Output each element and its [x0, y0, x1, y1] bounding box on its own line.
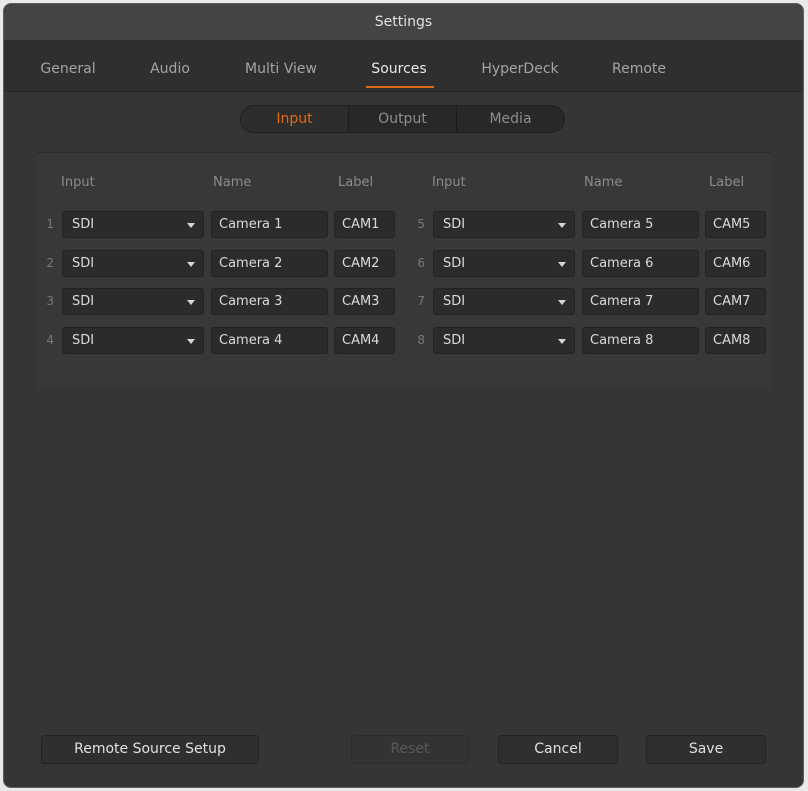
tab-sources[interactable]: Sources [371, 41, 426, 91]
input-source-value: SDI [443, 217, 466, 232]
input-label-field[interactable]: CAM7 [705, 288, 766, 315]
tab-audio[interactable]: Audio [150, 41, 190, 91]
input-name-field[interactable]: Camera 3 [211, 288, 328, 315]
tab-general[interactable]: General [40, 41, 95, 91]
save-button[interactable]: Save [646, 735, 766, 764]
input-source-dropdown[interactable]: SDI [433, 250, 575, 277]
chevron-down-icon [558, 300, 566, 305]
column-header-name: Name [584, 175, 623, 190]
input-source-value: SDI [72, 217, 95, 232]
input-source-dropdown[interactable]: SDI [433, 211, 575, 238]
input-name-field[interactable]: Camera 2 [211, 250, 328, 277]
input-label-field[interactable]: CAM1 [334, 211, 395, 238]
tab-bar: General Audio Multi View Sources HyperDe… [4, 41, 803, 92]
column-header-name: Name [213, 175, 252, 190]
column-header-label: Label [709, 175, 745, 190]
column-header-input: Input [61, 175, 95, 190]
segment-media[interactable]: Media [456, 106, 564, 132]
input-source-dropdown[interactable]: SDI [62, 211, 204, 238]
chevron-down-icon [187, 339, 195, 344]
column-header-input: Input [432, 175, 466, 190]
input-source-value: SDI [443, 333, 466, 348]
input-label-field[interactable]: CAM3 [334, 288, 395, 315]
chevron-down-icon [187, 300, 195, 305]
window-title: Settings [374, 14, 433, 30]
source-type-segmented-control: Input Output Media [240, 105, 565, 133]
reset-button[interactable]: Reset [351, 735, 469, 764]
segment-input[interactable]: Input [241, 106, 348, 132]
input-number: 3 [46, 294, 54, 308]
cancel-button[interactable]: Cancel [498, 735, 618, 764]
input-label-field[interactable]: CAM4 [334, 327, 395, 354]
input-label-field[interactable]: CAM6 [705, 250, 766, 277]
chevron-down-icon [558, 339, 566, 344]
active-tab-indicator [366, 86, 434, 88]
chevron-down-icon [187, 262, 195, 267]
input-name-field[interactable]: Camera 8 [582, 327, 699, 354]
input-label-field[interactable]: CAM8 [705, 327, 766, 354]
input-name-field[interactable]: Camera 4 [211, 327, 328, 354]
input-source-dropdown[interactable]: SDI [433, 327, 575, 354]
input-number: 8 [417, 333, 425, 347]
tab-multi-view[interactable]: Multi View [245, 41, 317, 91]
chevron-down-icon [187, 223, 195, 228]
input-source-value: SDI [72, 256, 95, 271]
input-source-value: SDI [443, 256, 466, 271]
input-source-dropdown[interactable]: SDI [62, 327, 204, 354]
column-header-label: Label [338, 175, 374, 190]
input-name-field[interactable]: Camera 1 [211, 211, 328, 238]
segment-output[interactable]: Output [348, 106, 456, 132]
input-label-field[interactable]: CAM5 [705, 211, 766, 238]
input-number: 4 [46, 333, 54, 347]
input-label-field[interactable]: CAM2 [334, 250, 395, 277]
input-name-field[interactable]: Camera 7 [582, 288, 699, 315]
input-source-value: SDI [72, 333, 95, 348]
input-name-field[interactable]: Camera 6 [582, 250, 699, 277]
input-source-dropdown[interactable]: SDI [433, 288, 575, 315]
tab-remote[interactable]: Remote [612, 41, 666, 91]
remote-source-setup-button[interactable]: Remote Source Setup [41, 735, 259, 764]
chevron-down-icon [558, 262, 566, 267]
input-source-dropdown[interactable]: SDI [62, 288, 204, 315]
input-name-field[interactable]: Camera 5 [582, 211, 699, 238]
title-bar: Settings [4, 4, 803, 41]
input-number: 6 [417, 256, 425, 270]
tab-hyperdeck[interactable]: HyperDeck [481, 41, 558, 91]
chevron-down-icon [558, 223, 566, 228]
input-number: 7 [417, 294, 425, 308]
input-source-value: SDI [443, 294, 466, 309]
input-number: 5 [417, 217, 425, 231]
input-source-value: SDI [72, 294, 95, 309]
input-number: 1 [46, 217, 54, 231]
input-number: 2 [46, 256, 54, 270]
input-source-dropdown[interactable]: SDI [62, 250, 204, 277]
